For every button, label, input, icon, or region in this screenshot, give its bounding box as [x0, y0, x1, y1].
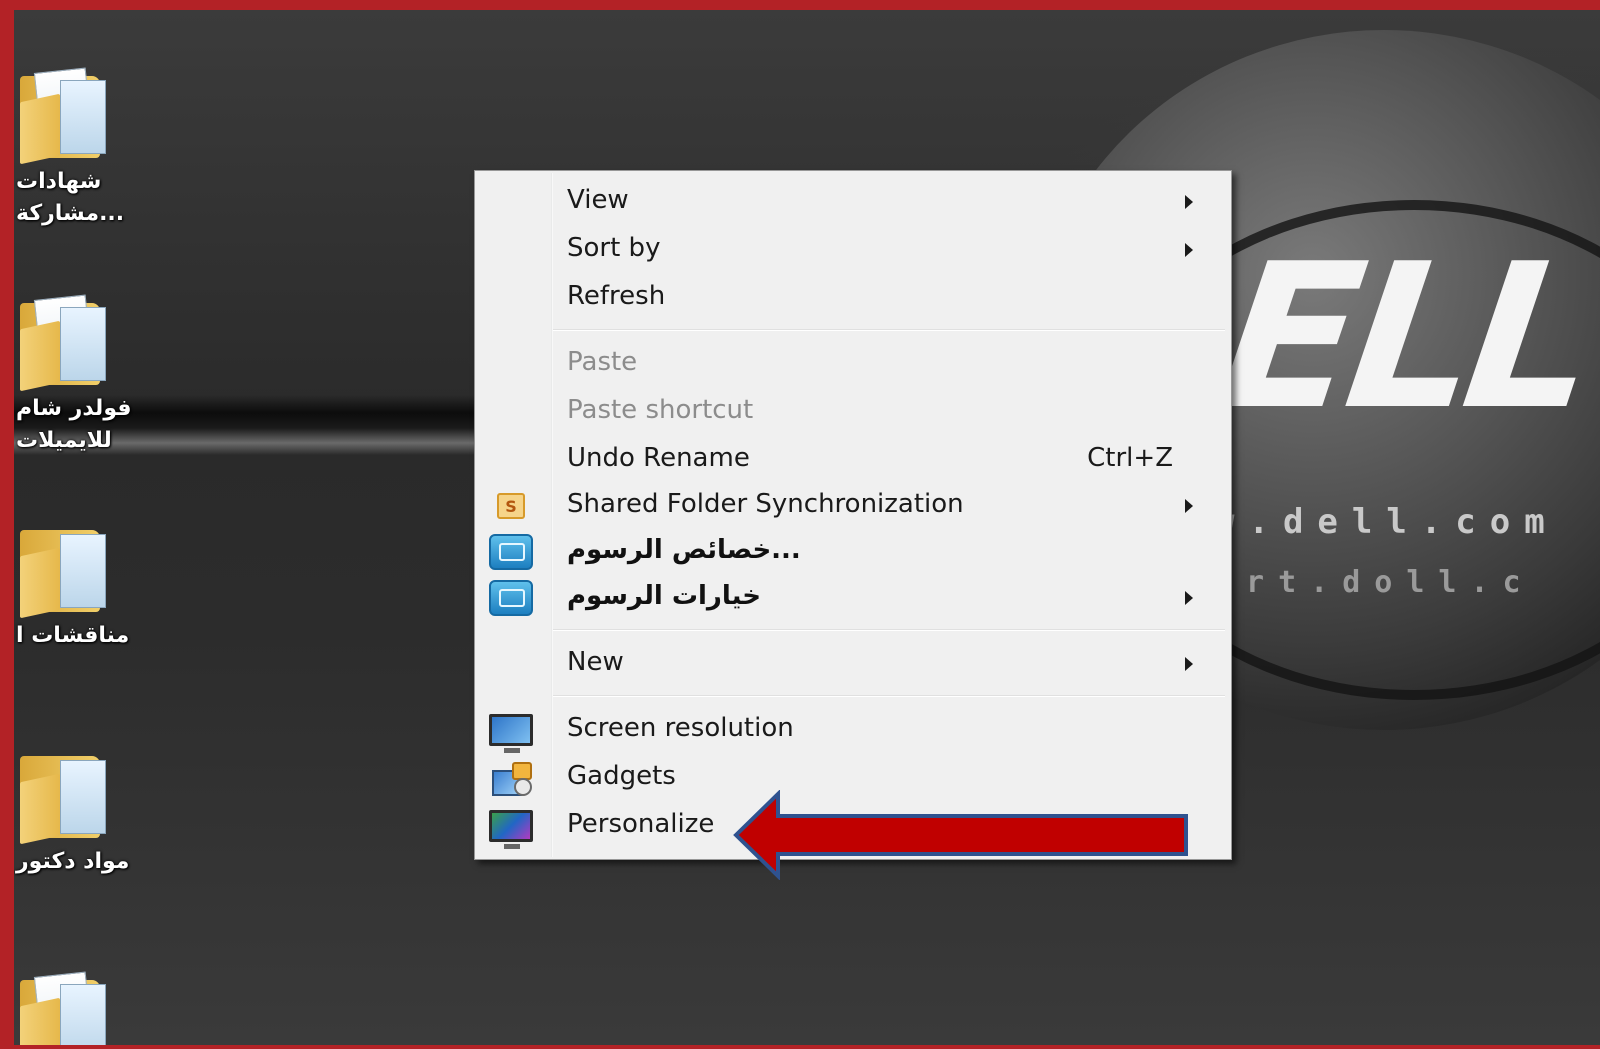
menu-item-label: ...خصائص الرسوم: [567, 535, 801, 565]
wallpaper-url-2: ort.doll.c: [1214, 565, 1535, 600]
menu-item-undo-rename[interactable]: Undo Rename Ctrl+Z: [475, 437, 1231, 483]
desktop-icon-folder-1[interactable]: شهادات ...مشاركة: [14, 67, 164, 230]
menu-separator: [553, 329, 1225, 331]
submenu-arrow-icon: [1185, 195, 1193, 209]
submenu-arrow-icon: [1185, 657, 1193, 671]
menu-item-sort-by[interactable]: Sort by: [475, 227, 1231, 273]
menu-item-screen-resolution[interactable]: Screen resolution: [475, 707, 1231, 753]
desktop-icon-label: مناقشات ا: [16, 623, 130, 648]
menu-item-paste: Paste: [475, 341, 1231, 387]
menu-item-label: Gadgets: [567, 761, 676, 791]
folder-icon: [20, 67, 106, 165]
desktop-icon-label: فولدر شام للايميلات: [16, 396, 132, 453]
menu-item-label: Refresh: [567, 281, 666, 311]
submenu-arrow-icon: [1185, 243, 1193, 257]
annotation-arrow-icon: [733, 790, 1188, 880]
desktop-context-menu: View Sort by Refresh Paste Paste shortcu…: [474, 170, 1232, 860]
monitor-icon: [489, 711, 533, 753]
menu-item-graphics-properties[interactable]: ...خصائص الرسوم: [475, 529, 1231, 575]
menu-item-label: Paste shortcut: [567, 395, 754, 425]
menu-item-label: Shared Folder Synchronization: [567, 489, 964, 519]
folder-icon: [20, 294, 106, 392]
s-icon: S: [489, 487, 533, 525]
gadgets-icon: [489, 759, 533, 797]
desktop-icon-folder-2[interactable]: فولدر شام للايميلات: [14, 294, 164, 457]
folder-icon: [20, 748, 106, 845]
annotation-arrow-shape: [733, 790, 1188, 880]
menu-item-label: خيارات الرسوم: [567, 581, 761, 611]
personalize-icon: [489, 807, 533, 849]
menu-item-paste-shortcut: Paste shortcut: [475, 389, 1231, 435]
submenu-arrow-icon: [1185, 499, 1193, 513]
menu-item-shared-folder-sync[interactable]: S Shared Folder Synchronization: [475, 483, 1231, 529]
menu-item-label: Screen resolution: [567, 713, 794, 743]
menu-item-label: Personalize: [567, 809, 715, 839]
submenu-arrow-icon: [1185, 591, 1193, 605]
folder-icon: [20, 522, 106, 619]
menu-item-view[interactable]: View: [475, 179, 1231, 225]
desktop-icon-label: مواد دكتور: [16, 849, 130, 874]
menu-item-graphics-options[interactable]: خيارات الرسوم: [475, 575, 1231, 621]
menu-item-label: New: [567, 647, 624, 677]
menu-item-refresh[interactable]: Refresh: [475, 275, 1231, 321]
graphics-icon: [489, 533, 533, 571]
menu-item-shortcut: Ctrl+Z: [1087, 443, 1173, 473]
menu-item-label: Sort by: [567, 233, 661, 263]
folder-icon: [20, 971, 106, 1045]
menu-item-label: View: [567, 185, 629, 215]
menu-item-label: Undo Rename: [567, 443, 750, 473]
menu-separator: [553, 629, 1225, 631]
wallpaper-url-1: w.dell.com: [1214, 502, 1559, 542]
desktop-icon-label: شهادات ...مشاركة: [16, 169, 125, 226]
menu-item-new[interactable]: New: [475, 641, 1231, 687]
desktop-icon-folder-3[interactable]: مناقشات ا: [14, 522, 164, 652]
desktop-icon-folder-4[interactable]: مواد دكتور: [14, 748, 164, 878]
menu-item-label: Paste: [567, 347, 638, 377]
menu-separator: [553, 695, 1225, 697]
dell-logo: ELL: [1207, 221, 1600, 454]
graphics-icon: [489, 579, 533, 617]
desktop-icon-folder-5[interactable]: [14, 971, 164, 1045]
